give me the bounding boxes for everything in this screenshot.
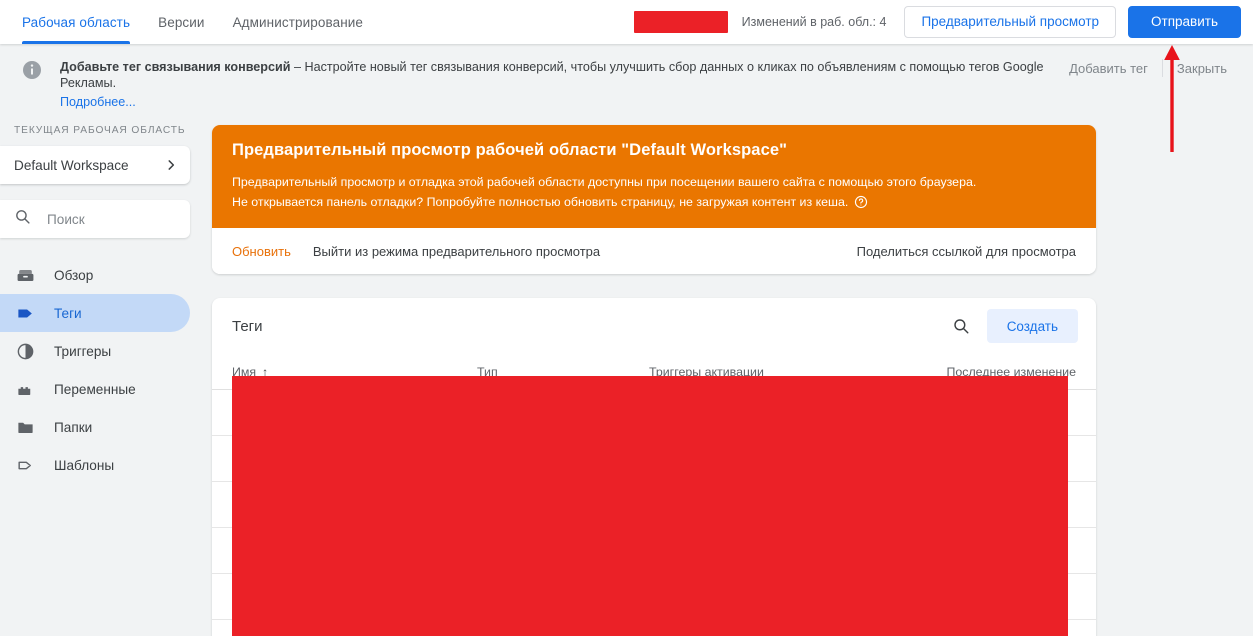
preview-banner: Предварительный просмотр рабочей области…	[212, 125, 1096, 274]
gtm-app-window: Рабочая область Версии Администрирование…	[0, 0, 1253, 636]
workspace-name: Default Workspace	[14, 157, 129, 173]
workspace-changes-count: Изменений в раб. обл.: 4	[741, 15, 887, 29]
preview-banner-line1-text: Предварительный просмотр и отладка этой …	[232, 175, 977, 189]
notification-more-link[interactable]: Подробнее...	[60, 95, 136, 109]
notification-line: Добавьте тег связывания конверсий – Наст…	[60, 59, 1055, 91]
sidebar-item-tags-label: Теги	[54, 305, 82, 321]
submit-button[interactable]: Отправить	[1128, 6, 1241, 38]
preview-banner-line2: Не открывается панель отладки? Попробуйт…	[232, 192, 1076, 212]
tab-workspace-label: Рабочая область	[22, 14, 131, 30]
top-bar: Рабочая область Версии Администрирование…	[0, 0, 1253, 44]
notification-bar: Добавьте тег связывания конверсий – Наст…	[0, 44, 1253, 109]
overview-icon	[16, 266, 38, 285]
refresh-preview-link[interactable]: Обновить	[232, 244, 291, 259]
notification-text: Добавьте тег связывания конверсий – Наст…	[60, 54, 1055, 111]
sidebar-item-triggers[interactable]: Триггеры	[0, 332, 190, 370]
preview-banner-body: Предварительный просмотр рабочей области…	[212, 125, 1096, 228]
tag-icon	[16, 304, 38, 323]
left-sidebar: ТЕКУЩАЯ РАБОЧАЯ ОБЛАСТЬ Default Workspac…	[0, 99, 204, 636]
sidebar-item-variables-label: Переменные	[54, 381, 136, 397]
share-preview-link[interactable]: Поделиться ссылкой для просмотра	[857, 244, 1076, 259]
tab-workspace[interactable]: Рабочая область	[8, 0, 144, 44]
sidebar-item-variables[interactable]: Переменные	[0, 370, 190, 408]
info-icon	[22, 60, 42, 85]
redaction-box-tag-rows	[232, 376, 1068, 636]
search-icon	[14, 208, 31, 230]
preview-banner-title: Предварительный просмотр рабочей области…	[232, 141, 788, 159]
sidebar-caption: ТЕКУЩАЯ РАБОЧАЯ ОБЛАСТЬ	[14, 125, 186, 136]
annotation-arrow-up-icon	[1161, 44, 1183, 157]
preview-banner-line2-text: Не открывается панель отладки? Попробуйт…	[232, 195, 849, 209]
sidebar-item-folders[interactable]: Папки	[0, 408, 190, 446]
exit-preview-link[interactable]: Выйти из режима предварительного просмот…	[313, 244, 600, 259]
trigger-icon	[16, 342, 38, 361]
sidebar-item-overview-label: Обзор	[54, 267, 94, 283]
search-input[interactable]	[47, 211, 157, 227]
tags-card-actions: Создать	[947, 309, 1078, 343]
help-circle-icon[interactable]	[854, 195, 868, 209]
sidebar-item-templates-label: Шаблоны	[54, 457, 115, 473]
sidebar-item-overview[interactable]: Обзор	[0, 256, 190, 294]
tab-admin[interactable]: Администрирование	[219, 0, 377, 44]
redaction-box-account-name	[633, 11, 728, 33]
sidebar-item-tags[interactable]: Теги	[0, 294, 190, 332]
chevron-right-icon	[164, 158, 178, 172]
add-tag-button[interactable]: Добавить тег	[1055, 61, 1162, 76]
tab-admin-label: Администрирование	[232, 14, 363, 30]
workspace-selector[interactable]: Default Workspace	[0, 146, 190, 184]
search-icon[interactable]	[947, 312, 975, 340]
folder-icon	[16, 418, 38, 437]
top-bar-actions: Изменений в раб. обл.: 4 Предварительный…	[633, 0, 1253, 44]
preview-banner-line1: Предварительный просмотр и отладка этой …	[232, 172, 1076, 192]
preview-banner-actions: Обновить Выйти из режима предварительног…	[212, 228, 1096, 274]
variable-icon	[16, 380, 38, 399]
tags-card-title: Теги	[232, 317, 263, 335]
preview-button[interactable]: Предварительный просмотр	[904, 6, 1117, 38]
top-tabs: Рабочая область Версии Администрирование	[0, 0, 377, 44]
sidebar-item-templates[interactable]: Шаблоны	[0, 446, 190, 484]
tab-versions-label: Версии	[158, 14, 205, 30]
sidebar-search[interactable]	[0, 200, 190, 238]
notification-actions: Добавить тег Закрыть	[1055, 54, 1241, 77]
create-tag-button[interactable]: Создать	[986, 309, 1078, 343]
notification-dash: –	[293, 60, 301, 74]
sidebar-item-triggers-label: Триггеры	[54, 343, 112, 359]
tags-card-header: Теги Создать	[212, 298, 1096, 354]
sidebar-nav: Обзор Теги Триггеры Переменные Папки Шаб…	[0, 256, 204, 484]
template-icon	[16, 456, 38, 475]
tab-versions[interactable]: Версии	[144, 0, 218, 44]
notification-title: Добавьте тег связывания конверсий	[60, 60, 291, 74]
sidebar-item-folders-label: Папки	[54, 419, 93, 435]
